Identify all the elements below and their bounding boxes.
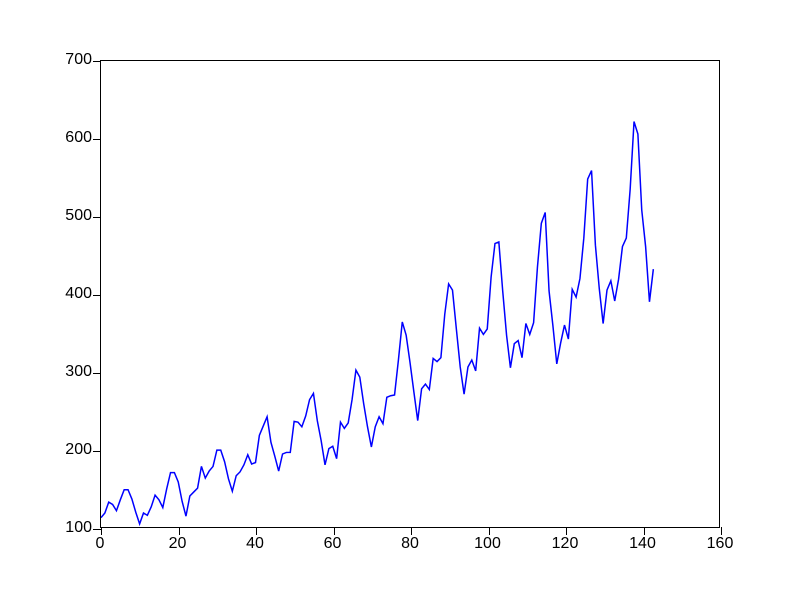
x-tick-label: 0 [96,535,105,553]
y-tick [93,451,101,452]
x-tick-label: 80 [401,535,419,553]
x-tick [411,527,412,535]
x-tick [566,527,567,535]
y-tick-label: 100 [65,519,92,537]
x-tick-label: 120 [552,535,579,553]
data-line [101,122,653,524]
x-tick [256,527,257,535]
x-tick-label: 140 [629,535,656,553]
chart: 1002003004005006007000204060801001201401… [100,60,720,528]
plot-area [100,60,720,528]
x-tick-label: 160 [707,535,734,553]
x-tick-label: 60 [324,535,342,553]
x-tick [721,527,722,535]
y-tick [93,529,101,530]
y-tick-label: 400 [65,285,92,303]
x-tick [334,527,335,535]
y-tick [93,139,101,140]
x-tick [179,527,180,535]
x-tick-label: 40 [246,535,264,553]
line-plot-svg [101,61,719,527]
y-tick [93,295,101,296]
y-tick-label: 500 [65,207,92,225]
y-tick-label: 300 [65,363,92,381]
x-tick [644,527,645,535]
y-tick [93,373,101,374]
y-tick-label: 600 [65,129,92,147]
y-tick-label: 700 [65,51,92,69]
x-tick-label: 20 [169,535,187,553]
x-tick-label: 100 [474,535,501,553]
x-tick [489,527,490,535]
y-tick-label: 200 [65,441,92,459]
y-tick [93,61,101,62]
x-tick [101,527,102,535]
y-tick [93,217,101,218]
